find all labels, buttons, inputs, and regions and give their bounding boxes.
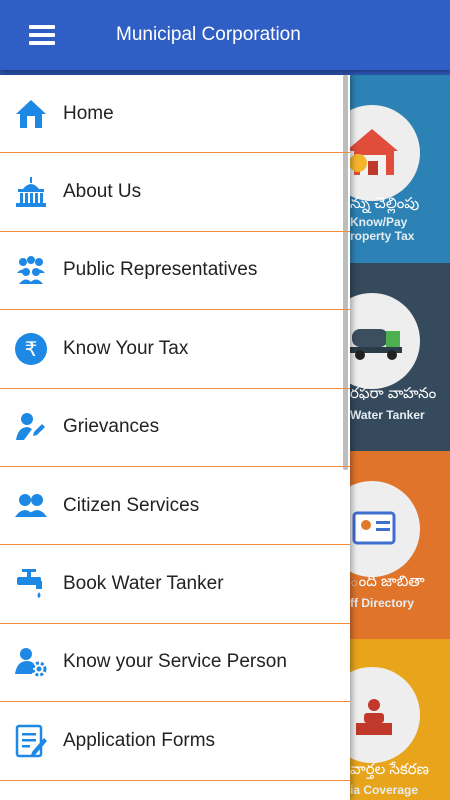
- water-tanker-icon: [350, 293, 420, 389]
- drawer-item-know-your-tax[interactable]: ₹ Know Your Tax: [0, 310, 350, 389]
- tile-native-label: ంది జాబితా: [350, 573, 425, 590]
- people-icon: [13, 488, 49, 524]
- home-icon: [13, 96, 49, 132]
- dashboard-background: న్ను చెల్లింపు Know/Pay roperty Tax రఫరా…: [350, 75, 450, 800]
- drawer-item-book-water-tanker[interactable]: Book Water Tanker: [0, 545, 350, 624]
- drawer-item-home[interactable]: Home: [0, 75, 350, 154]
- app-screen: Municipal Corporation న్ను చెల్లింపు Kno…: [0, 0, 450, 800]
- drawer-item-public-representatives[interactable]: Public Representatives: [0, 232, 350, 311]
- drawer-item-label: Know Your Tax: [63, 337, 189, 359]
- media-coverage-icon: [350, 667, 420, 763]
- drawer-item-application-forms[interactable]: Application Forms: [0, 702, 350, 781]
- drawer-item-label: Grievances: [63, 416, 160, 438]
- drawer-item-label: Home: [63, 102, 114, 124]
- tile-native-label: న్ను చెల్లింపు: [350, 195, 420, 212]
- navigation-drawer: Home About Us Public Representatives ₹ K…: [0, 75, 350, 800]
- drawer-item-label: Public Representatives: [63, 259, 258, 281]
- tile-english-label-2: roperty Tax: [350, 229, 415, 243]
- tile-english-label: ia Coverage: [350, 783, 419, 797]
- drawer-item-citizen-services[interactable]: Citizen Services: [0, 467, 350, 546]
- drawer-item-label: Know your Service Person: [63, 651, 287, 673]
- group-icon: [13, 252, 49, 288]
- drawer-item-about-us[interactable]: About Us: [0, 153, 350, 232]
- menu-button[interactable]: [0, 0, 84, 70]
- tap-icon: [13, 566, 49, 602]
- tile-water-tanker[interactable]: రఫరా వాహనం Water Tanker: [350, 263, 450, 451]
- tile-english-label: Water Tanker: [350, 408, 425, 422]
- drawer-item-label: About Us: [63, 181, 142, 203]
- rupee-icon: ₹: [13, 331, 49, 367]
- tile-property-tax[interactable]: న్ను చెల్లింపు Know/Pay roperty Tax: [350, 75, 450, 263]
- drawer-item-know-your-service-person[interactable]: Know your Service Person: [0, 624, 350, 703]
- drawer-item-label: Book Water Tanker: [63, 573, 224, 595]
- drawer-item-grievances[interactable]: Grievances: [0, 389, 350, 467]
- tile-native-label: వార్తల సేకరణ: [350, 761, 430, 778]
- app-bar: Municipal Corporation: [0, 0, 450, 70]
- svg-text:₹: ₹: [25, 337, 38, 361]
- app-title: Municipal Corporation: [116, 24, 301, 45]
- drawer-item-label: Application Forms: [63, 729, 216, 751]
- staff-directory-icon: [350, 481, 420, 577]
- user-edit-icon: [13, 409, 49, 445]
- drawer-item-label: Citizen Services: [63, 494, 200, 516]
- hamburger-icon: [29, 25, 55, 45]
- user-gear-icon: [13, 644, 49, 680]
- tile-english-label: Know/Pay: [350, 215, 408, 229]
- tile-media-coverage[interactable]: వార్తల సేకరణ ia Coverage: [350, 639, 450, 800]
- building-icon: [13, 174, 49, 210]
- tile-staff-directory[interactable]: ంది జాబితా ff Directory: [350, 451, 450, 639]
- tile-english-label: ff Directory: [350, 596, 415, 610]
- property-tax-icon: [350, 105, 420, 201]
- form-icon: [13, 723, 49, 759]
- tile-native-label: రఫరా వాహనం: [350, 385, 437, 402]
